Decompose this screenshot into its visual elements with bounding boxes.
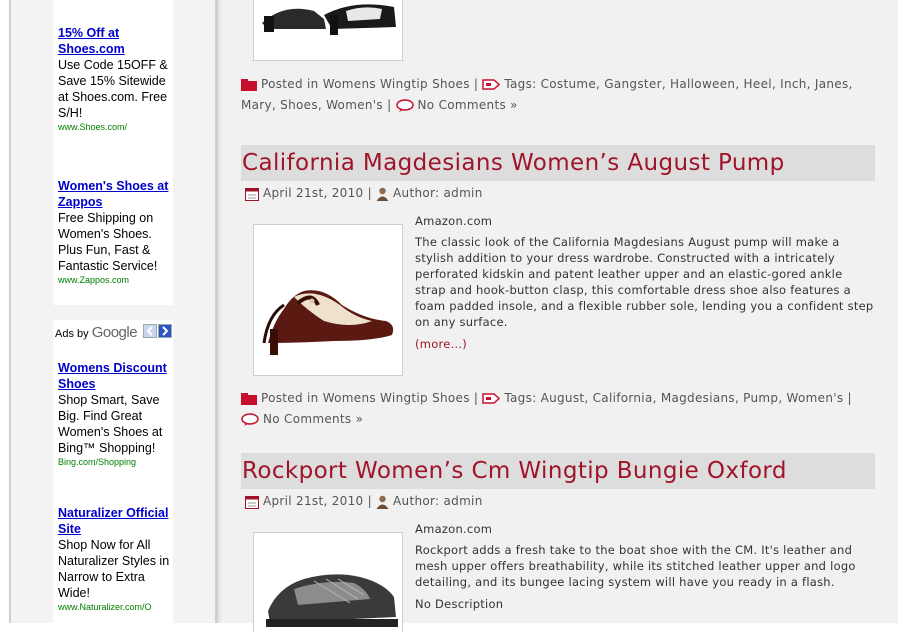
comments-link[interactable]: No Comments » <box>418 98 518 112</box>
post-source: Amazon.com <box>415 522 493 536</box>
ad-text: Free Shipping on Women's Shoes. Plus Fun… <box>58 211 158 273</box>
wingtip-shoe-image <box>254 0 402 60</box>
post-title-link[interactable]: California Magdesians Women’s August Pum… <box>241 145 875 181</box>
read-more-link[interactable]: (more…) <box>415 336 875 352</box>
ad-url[interactable]: www.Shoes.com/ <box>58 121 172 133</box>
ad-block-bottom: Ads by Google Womens Discount Shoes Shop… <box>53 320 173 623</box>
ads-next-button[interactable] <box>158 324 172 338</box>
author-label: Author: <box>393 494 440 508</box>
chevron-left-icon <box>146 326 153 336</box>
calendar-icon <box>245 495 259 509</box>
separator: | <box>367 494 372 508</box>
ad-item[interactable]: Womens Discount Shoes Shop Smart, Save B… <box>58 360 172 468</box>
post-thumbnail[interactable] <box>253 224 403 376</box>
ad-url[interactable]: Bing.com/Shopping <box>58 456 172 468</box>
ad-url[interactable]: www.Zappos.com <box>58 274 172 286</box>
tag-icon <box>482 393 501 404</box>
author-link[interactable]: admin <box>444 186 483 200</box>
post-meta: Posted in Womens Wingtip Shoes | Tags: A… <box>241 388 875 430</box>
ad-url[interactable]: www.Naturalizer.com/O <box>58 601 172 613</box>
post-date: April 21st, 2010 <box>263 494 364 508</box>
ad-text: Use Code 15OFF & Save 15% Sitewide at Sh… <box>58 58 168 120</box>
folder-icon <box>241 393 257 405</box>
separator: | <box>473 77 479 91</box>
ads-prev-button[interactable] <box>143 324 157 338</box>
chevron-right-icon <box>162 326 169 336</box>
tags-links[interactable]: August, California, Magdesians, Pump, Wo… <box>541 391 844 405</box>
ad-title-link[interactable]: 15% Off at Shoes.com <box>58 25 172 57</box>
ad-block-top: 15% Off at Shoes.com Use Code 15OFF & Sa… <box>53 0 173 305</box>
ads-by-google[interactable]: Ads by Google <box>55 324 138 341</box>
post-excerpt: The classic look of the California Magde… <box>415 235 874 329</box>
post-body: Amazon.com The classic look of the Calif… <box>415 212 875 352</box>
oxford-shoe-image <box>254 533 402 633</box>
ad-item[interactable]: 15% Off at Shoes.com Use Code 15OFF & Sa… <box>58 25 172 133</box>
tag-icon <box>482 79 501 90</box>
category-link[interactable]: Womens Wingtip Shoes <box>323 77 470 91</box>
post-byline: April 21st, 2010 | Author: admin <box>245 492 483 510</box>
post-date: April 21st, 2010 <box>263 186 364 200</box>
post-meta-previous: Posted in Womens Wingtip Shoes | Tags: C… <box>241 74 875 116</box>
user-icon <box>376 187 389 201</box>
post-source: Amazon.com <box>415 214 493 228</box>
comments-link[interactable]: No Comments » <box>263 412 363 426</box>
tags-label: Tags: <box>504 77 537 91</box>
ad-text: Shop Now for All Naturalizer Styles in N… <box>58 538 170 600</box>
separator: | <box>367 186 372 200</box>
google-logo: Google <box>91 324 138 341</box>
ad-text: Shop Smart, Save Big. Find Great Women's… <box>58 393 163 455</box>
calendar-icon <box>245 187 259 201</box>
tags-label: Tags: <box>504 391 537 405</box>
ads-by-label: Ads by <box>55 328 89 340</box>
folder-icon <box>241 79 257 91</box>
post-excerpt: Rockport adds a fresh take to the boat s… <box>415 543 856 589</box>
post-thumbnail[interactable] <box>253 532 403 633</box>
post-body: Amazon.com Rockport adds a fresh take to… <box>415 520 875 612</box>
post-title-link[interactable]: Rockport Women’s Cm Wingtip Bungie Oxfor… <box>241 453 875 489</box>
comment-bubble-icon <box>395 98 414 112</box>
ad-title-link[interactable]: Women's Shoes at Zappos <box>58 178 172 210</box>
separator: | <box>473 391 479 405</box>
post-no-description: No Description <box>415 597 504 611</box>
ad-item[interactable]: Naturalizer Official Site Shop Now for A… <box>58 505 172 613</box>
separator: | <box>847 391 852 405</box>
ad-title-link[interactable]: Womens Discount Shoes <box>58 360 172 392</box>
posted-in-label: Posted in <box>261 391 319 405</box>
post-thumbnail-previous[interactable] <box>253 0 403 61</box>
mary-jane-pump-image <box>254 225 402 375</box>
author-label: Author: <box>393 186 440 200</box>
user-icon <box>376 495 389 509</box>
comment-bubble-icon <box>241 412 259 426</box>
ad-title-link[interactable]: Naturalizer Official Site <box>58 505 172 537</box>
category-link[interactable]: Womens Wingtip Shoes <box>323 391 470 405</box>
author-link[interactable]: admin <box>444 494 483 508</box>
separator: | <box>387 98 392 112</box>
post-byline: April 21st, 2010 | Author: admin <box>245 184 483 202</box>
ad-item[interactable]: Women's Shoes at Zappos Free Shipping on… <box>58 178 172 286</box>
posted-in-label: Posted in <box>261 77 319 91</box>
